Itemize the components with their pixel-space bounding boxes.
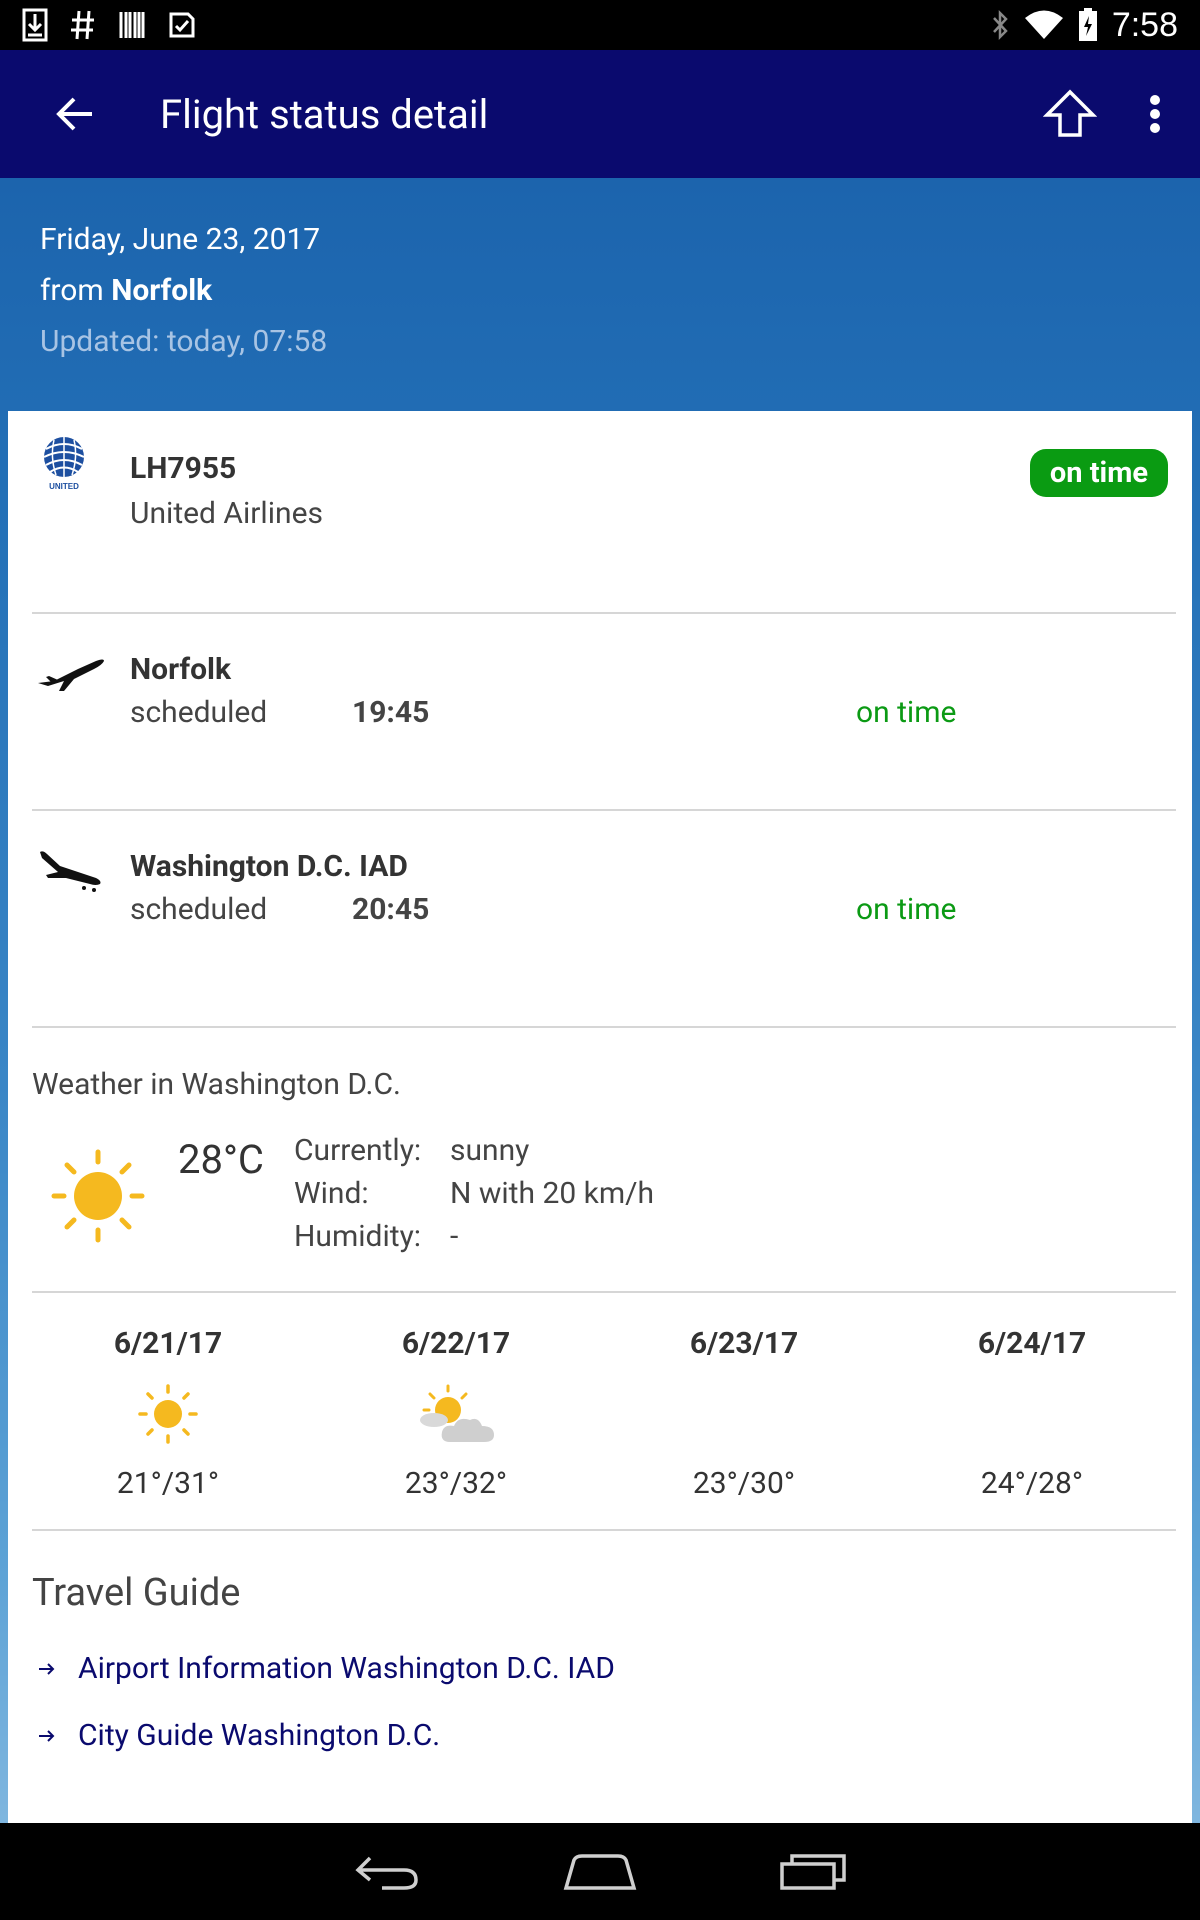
wifi-icon	[1024, 10, 1063, 39]
divider	[32, 612, 1176, 614]
airport-info-link-text: Airport Information Washington D.C. IAD	[78, 1651, 615, 1686]
departure-label: scheduled	[130, 695, 268, 730]
updated-text: Updated: today, 07:58	[40, 324, 328, 359]
forecast-temps: 23°/30°	[692, 1466, 796, 1501]
partly-cloudy-icon	[420, 1384, 494, 1442]
airport-info-link[interactable]: Airport Information Washington D.C. IAD	[32, 1651, 615, 1686]
weather-label-wind: Wind:	[294, 1176, 369, 1211]
tasks-icon	[169, 12, 195, 38]
download-icon	[22, 8, 48, 42]
barcode-icon	[119, 12, 145, 38]
more-vert-icon	[1150, 95, 1160, 133]
divider	[32, 1026, 1176, 1028]
app-bar: Flight status detail	[0, 50, 1200, 178]
arrival-time: 20:45	[352, 892, 430, 927]
departure-time: 19:45	[352, 695, 430, 730]
back-arrow-icon	[56, 97, 92, 131]
travel-guide-title: Travel Guide	[32, 1571, 241, 1615]
system-nav-bar	[0, 1823, 1200, 1920]
weather-label-currently: Currently:	[294, 1133, 422, 1168]
forecast-date: 6/21/17	[113, 1326, 223, 1361]
divider	[32, 809, 1176, 811]
united-logo-icon: UNITED	[43, 437, 85, 491]
home-button[interactable]	[1020, 50, 1120, 178]
forecast-day: 6/24/17 24°/28°	[912, 1326, 1152, 1501]
nav-home-icon[interactable]	[562, 1852, 638, 1892]
overflow-menu-button[interactable]	[1120, 50, 1190, 178]
battery-icon	[1078, 8, 1097, 41]
arrival-label: scheduled	[130, 892, 268, 927]
from-line: from Norfolk	[40, 265, 1200, 316]
weather-value-currently: sunny	[450, 1133, 530, 1168]
forecast-temps: 21°/31°	[116, 1466, 220, 1501]
status-bar: 7:58	[0, 0, 1200, 50]
up-arrow-icon	[1043, 89, 1097, 137]
divider	[32, 1291, 1176, 1293]
forecast-temps: 24°/28°	[980, 1466, 1084, 1501]
status-time: 7:58	[1111, 5, 1178, 44]
status-badge: on time	[1029, 449, 1168, 497]
page-title: Flight status detail	[160, 90, 489, 138]
weather-value-wind: N with 20 km/h	[450, 1176, 655, 1211]
city-guide-link-text: City Guide Washington D.C.	[78, 1718, 441, 1753]
sun-icon	[51, 1149, 145, 1243]
back-button[interactable]	[0, 50, 150, 178]
sun-icon	[138, 1384, 198, 1444]
weather-title: Weather in Washington D.C.	[32, 1067, 401, 1102]
departure-status: on time	[856, 695, 957, 730]
current-temperature: 28°C	[178, 1136, 264, 1183]
flight-number: LH7955	[130, 451, 237, 486]
weather-label-humidity: Humidity:	[294, 1219, 422, 1254]
bluetooth-icon	[992, 9, 1008, 41]
forecast-day: 6/23/17 23°/30°	[624, 1326, 864, 1501]
flight-date: Friday, June 23, 2017	[40, 222, 321, 257]
forecast-date: 6/23/17	[689, 1326, 799, 1361]
from-prefix: from	[40, 273, 104, 308]
airline-name: United Airlines	[130, 496, 323, 531]
from-city: Norfolk	[111, 273, 213, 308]
forecast-day: 6/21/17 21°/31°	[48, 1326, 288, 1501]
arrow-right-icon	[39, 1662, 55, 1675]
svg-text:UNITED: UNITED	[49, 482, 79, 491]
forecast-date: 6/22/17	[401, 1326, 511, 1361]
flight-header: Friday, June 23, 2017 from Norfolk Updat…	[0, 178, 1200, 410]
city-guide-link[interactable]: City Guide Washington D.C.	[32, 1718, 440, 1753]
flight-card: UNITED LH7955 United Airlines on time No…	[8, 411, 1192, 1823]
arrival-status: on time	[856, 892, 957, 927]
departure-city: Norfolk	[130, 652, 231, 687]
divider	[32, 1529, 1176, 1531]
forecast-temps: 23°/32°	[404, 1466, 508, 1501]
forecast-day: 6/22/17 23°/32°	[336, 1326, 576, 1501]
weather-value-humidity: -	[450, 1219, 459, 1254]
arrival-city: Washington D.C. IAD	[130, 849, 408, 884]
nav-recents-icon[interactable]	[778, 1852, 848, 1892]
forecast-date: 6/24/17	[977, 1326, 1087, 1361]
takeoff-icon	[38, 659, 104, 691]
nav-back-icon[interactable]	[352, 1852, 422, 1892]
arrow-right-icon	[39, 1729, 55, 1742]
landing-icon	[40, 851, 101, 892]
hashtag-icon	[71, 10, 94, 40]
